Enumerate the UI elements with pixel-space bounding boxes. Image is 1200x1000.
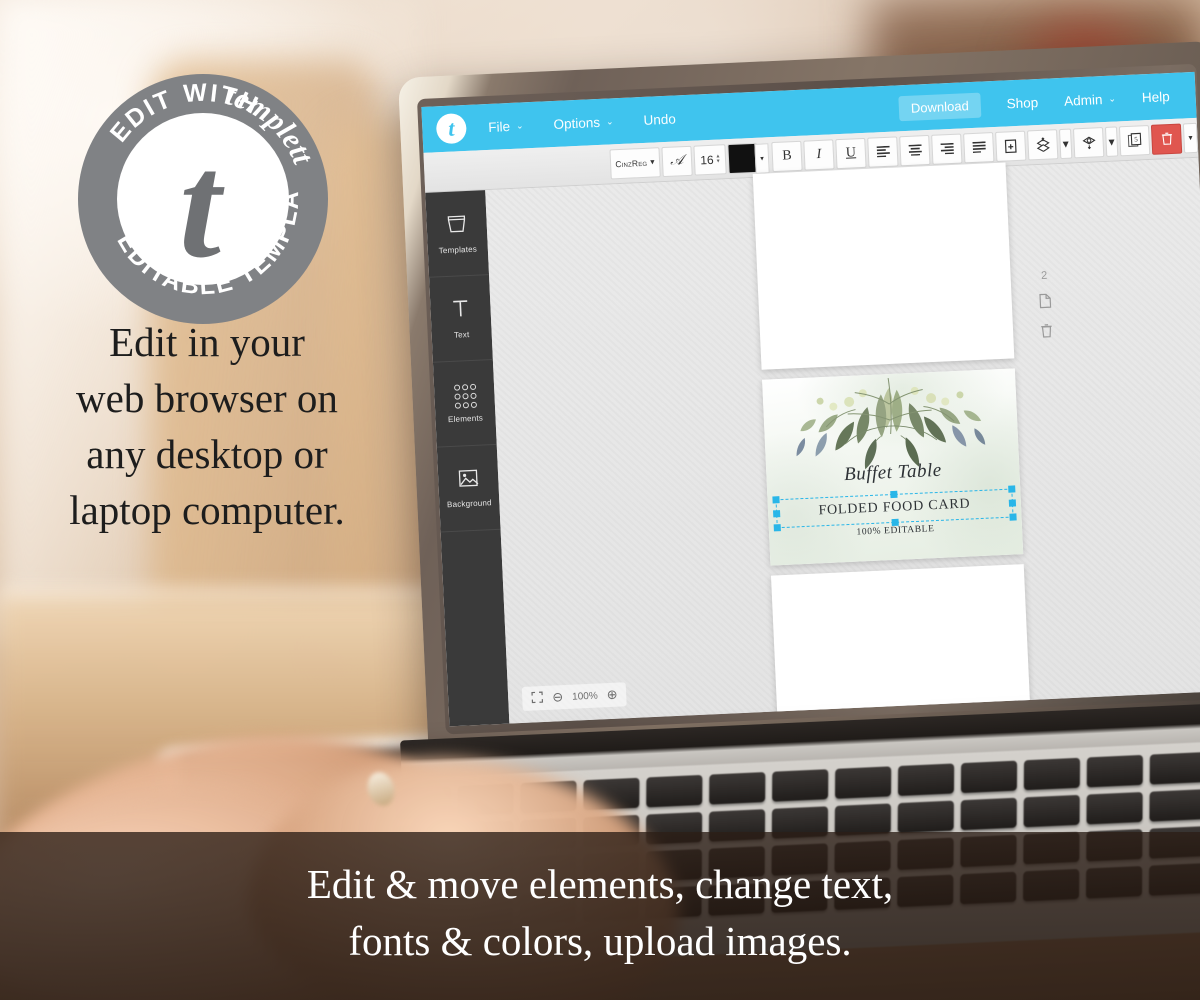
laptop: t File ⌄ Options ⌄ Undo Download Shop Ad…: [373, 40, 1200, 971]
download-button[interactable]: Download: [898, 92, 982, 121]
menu-item-help-label: Help: [1141, 88, 1170, 105]
resize-handle-top-right[interactable]: [1008, 485, 1016, 493]
resize-handle-bottom-right[interactable]: [1009, 513, 1017, 521]
logo-glyph: t: [447, 115, 455, 141]
menu-spacer: [706, 108, 899, 117]
canvas-page-card[interactable]: Buffet Table FOLDED FOOD CARD 100% EDITA…: [762, 368, 1024, 566]
align-left-button[interactable]: [867, 135, 899, 168]
templett-logo-icon[interactable]: t: [435, 112, 468, 145]
menu-item-shop[interactable]: Shop: [1006, 94, 1038, 110]
page-controls: 2: [1037, 270, 1053, 343]
underline-button[interactable]: U: [835, 137, 867, 169]
templates-icon: [445, 212, 468, 240]
resize-handle-middle-right[interactable]: [1008, 499, 1017, 507]
chevron-down-icon: ⌄: [605, 115, 614, 127]
promo-caption: Edit & move elements, change text, fonts …: [306, 861, 894, 964]
bold-button[interactable]: B: [771, 140, 803, 172]
script-a-icon[interactable]: 𝒜: [661, 145, 693, 177]
stepper-arrows[interactable]: ▴ ▾: [716, 153, 720, 165]
sidebar-item-background-label: Background: [446, 498, 492, 510]
sidebar-item-elements[interactable]: Elements: [432, 359, 497, 448]
screenshot-stage: t File ⌄ Options ⌄ Undo Download Shop Ad…: [0, 0, 1200, 1000]
menu-item-file-label: File: [487, 118, 511, 135]
sidebar-item-templates[interactable]: Templates: [425, 190, 490, 278]
font-family-label: CinzReg: [615, 157, 648, 169]
font-size-value: 16: [699, 152, 714, 167]
zoom-level: 100%: [571, 690, 598, 703]
laptop-screen: t File ⌄ Options ⌄ Undo Download Shop Ad…: [421, 71, 1200, 727]
menu-item-admin[interactable]: Admin ⌄: [1063, 91, 1117, 109]
menu-item-undo[interactable]: Undo: [643, 111, 676, 127]
zoom-out-button[interactable]: ⊖: [552, 689, 564, 705]
chevron-down-icon[interactable]: ▾: [1104, 125, 1119, 157]
promo-headline: Edit in your web browser on any desktop or…: [69, 319, 345, 534]
chevron-down-icon: ▾: [754, 142, 770, 174]
chevron-down-icon: ▾: [650, 156, 655, 167]
chevron-down-icon: ⌄: [515, 119, 524, 131]
italic-button[interactable]: I: [803, 138, 835, 171]
page-number: 2: [1040, 269, 1048, 283]
design-canvas[interactable]: Buffet Table FOLDED FOOD CARD 100% EDITA…: [485, 157, 1200, 727]
layers-button[interactable]: 5: [1118, 124, 1151, 156]
menu-item-shop-label: Shop: [1006, 94, 1039, 111]
add-element-icon[interactable]: [995, 130, 1027, 162]
elements-icon: [453, 383, 477, 409]
resize-handle-bottom-left[interactable]: [773, 524, 781, 532]
resize-handle-bottom-center[interactable]: [891, 518, 899, 527]
sidebar-item-text[interactable]: Text: [429, 275, 493, 363]
menu-item-options[interactable]: Options ⌄: [553, 114, 614, 132]
menu-item-options-label: Options: [553, 114, 601, 132]
menu-item-help[interactable]: Help: [1142, 89, 1170, 105]
bring-forward-icon[interactable]: [1027, 128, 1059, 160]
canvas-page-blank-top[interactable]: [752, 162, 1015, 370]
templett-badge: EDIT WITH templett EDITABLE TEMPLATE t: [72, 68, 334, 330]
stepper-down-icon: ▾: [716, 157, 720, 165]
duplicate-page-icon[interactable]: [1038, 293, 1052, 313]
delete-button[interactable]: [1150, 123, 1183, 155]
send-backward-icon[interactable]: [1072, 126, 1105, 158]
zoom-in-button[interactable]: ⊕: [606, 687, 618, 703]
sidebar-item-background[interactable]: Background: [436, 444, 501, 533]
zoom-controls: ⊖ 100% ⊕: [521, 682, 628, 711]
fit-to-screen-icon[interactable]: [531, 690, 544, 707]
delete-page-icon[interactable]: [1040, 323, 1054, 343]
chevron-down-icon: ⌄: [1108, 92, 1117, 104]
menu-item-undo-label: Undo: [643, 110, 677, 128]
text-icon: [449, 297, 472, 325]
resize-handle-top-center[interactable]: [890, 490, 898, 499]
menu-item-admin-label: Admin: [1063, 91, 1103, 109]
badge-center-glyph: t: [179, 123, 225, 289]
text-color-swatch[interactable]: ▾: [727, 142, 770, 174]
resize-handle-top-left[interactable]: [772, 496, 780, 504]
background-icon: [457, 468, 480, 494]
sidebar-item-elements-label: Elements: [447, 413, 484, 424]
sidebar-item-templates-label: Templates: [438, 244, 478, 256]
align-center-button[interactable]: [899, 134, 931, 166]
align-right-button[interactable]: [931, 133, 963, 165]
font-family-dropdown[interactable]: CinzReg ▾: [609, 146, 661, 179]
align-justify-button[interactable]: [963, 131, 995, 163]
toolbar-overflow-caret[interactable]: ▾: [1182, 122, 1199, 153]
chevron-down-icon[interactable]: ▾: [1058, 128, 1073, 159]
font-size-stepper[interactable]: 16 ▴ ▾: [693, 143, 727, 176]
sidebar-item-text-label: Text: [453, 330, 470, 340]
menu-item-file[interactable]: File ⌄: [487, 118, 524, 135]
resize-handle-middle-left[interactable]: [773, 510, 781, 518]
